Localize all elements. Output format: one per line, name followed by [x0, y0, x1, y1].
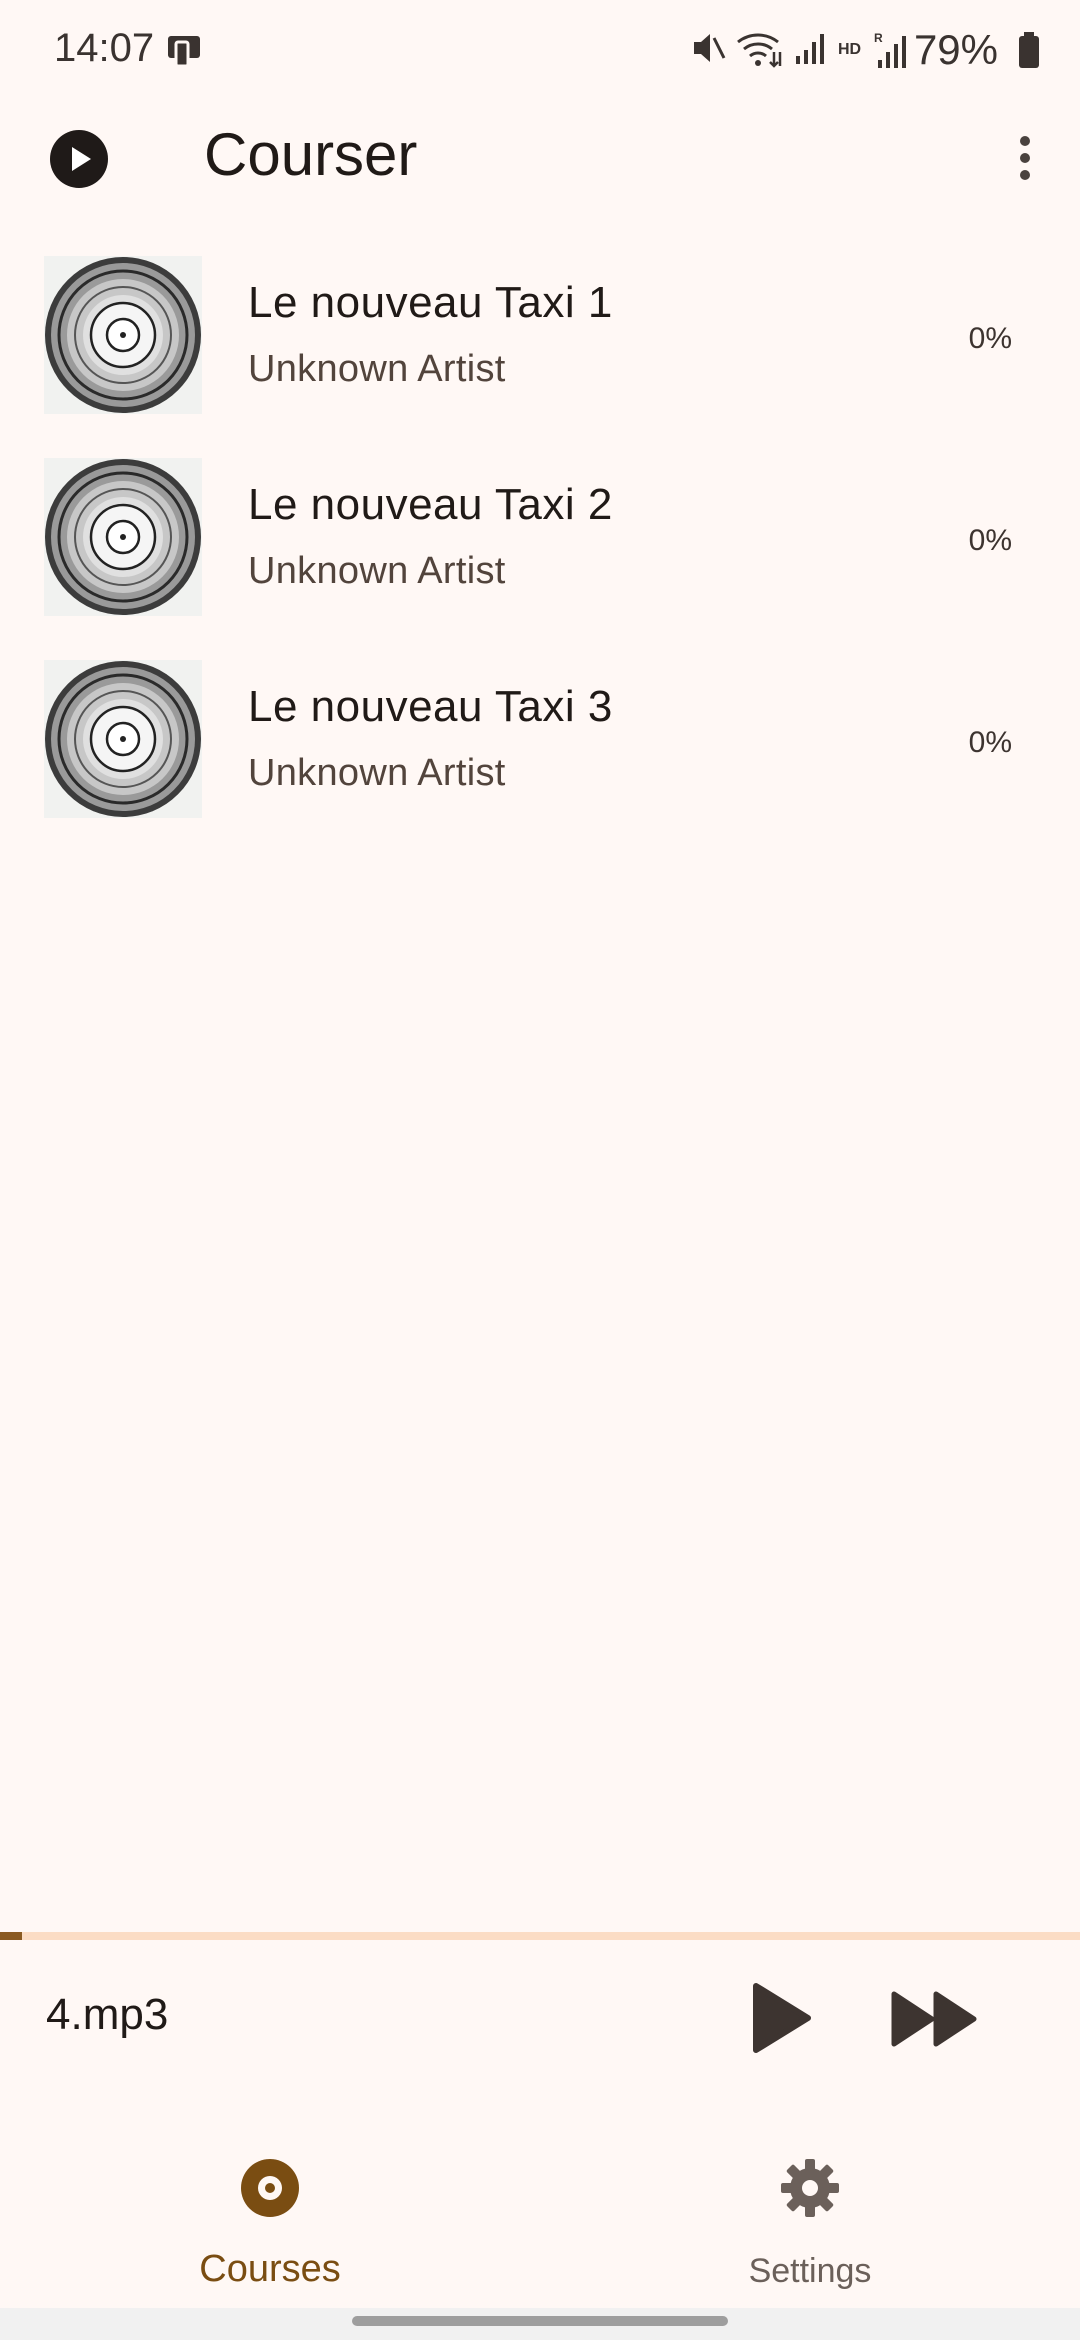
mute-icon — [694, 34, 726, 62]
gear-icon — [781, 2159, 839, 2217]
signal-icon — [796, 34, 824, 64]
svg-text:R: R — [874, 31, 883, 45]
play-circle-button[interactable] — [50, 130, 108, 188]
bottom-navigation: Courses Settings — [0, 2122, 1080, 2308]
playback-progress-bar[interactable] — [0, 1932, 1080, 1940]
nav-label-settings: Settings — [748, 2252, 872, 2290]
list-item[interactable]: Le nouveau Taxi 2 Unknown Artist 0% — [0, 436, 1080, 638]
more-options-button[interactable] — [994, 128, 1054, 188]
wifi-icon — [737, 33, 782, 68]
page-title: Courser — [204, 121, 418, 188]
play-icon — [753, 1983, 811, 2053]
album-art-icon — [44, 256, 202, 414]
course-progress: 0% — [968, 726, 1012, 759]
list-item[interactable]: Le nouveau Taxi 1 Unknown Artist 0% — [0, 234, 1080, 436]
course-title: Le nouveau Taxi 1 — [248, 278, 613, 327]
home-gesture-handle[interactable] — [352, 2316, 728, 2326]
fast-forward-icon — [891, 1991, 977, 2047]
fast-forward-button[interactable] — [890, 1990, 980, 2048]
more-vert-icon-dot — [1020, 170, 1030, 180]
course-artist: Unknown Artist — [248, 348, 506, 390]
course-artist: Unknown Artist — [248, 550, 506, 592]
hd-icon: HD — [838, 41, 861, 58]
now-playing-file: 4.mp3 — [46, 1990, 169, 2039]
more-vert-icon-dot — [1020, 153, 1030, 163]
album-art-icon — [44, 458, 202, 616]
course-progress: 0% — [968, 322, 1012, 355]
play-circle-icon — [72, 147, 91, 171]
course-artist: Unknown Artist — [248, 752, 506, 794]
status-time: 14:07 — [54, 26, 155, 70]
playback-progress-fill — [0, 1932, 22, 1940]
disc-icon — [241, 2159, 299, 2217]
nav-item-courses[interactable]: Courses — [0, 2122, 540, 2308]
app-screen: 14:07 HD R 79% Courser Le nouveau Taxi 1… — [0, 0, 1080, 2340]
list-item[interactable]: Le nouveau Taxi 3 Unknown Artist 0% — [0, 638, 1080, 840]
course-title: Le nouveau Taxi 2 — [248, 480, 613, 529]
svg-text:HD: HD — [838, 41, 861, 58]
gesture-navigation-bar — [0, 2308, 1080, 2340]
cast-device-icon — [168, 36, 200, 68]
course-progress: 0% — [968, 524, 1012, 557]
battery-percent: 79% — [913, 26, 998, 73]
nav-item-settings[interactable]: Settings — [540, 2122, 1080, 2308]
top-app-bar: Courser — [0, 100, 1080, 212]
play-button[interactable] — [746, 1980, 816, 2056]
battery-icon — [1019, 32, 1039, 68]
status-bar: 14:07 HD R 79% — [0, 0, 1080, 100]
course-title: Le nouveau Taxi 3 — [248, 682, 613, 731]
status-icons: HD R 79% — [660, 22, 1080, 78]
course-list: Le nouveau Taxi 1 Unknown Artist 0% Le n… — [0, 234, 1080, 840]
album-art-icon — [44, 660, 202, 818]
nav-label-courses: Courses — [199, 2248, 341, 2290]
signal-roaming-icon: R — [874, 31, 906, 68]
more-vert-icon — [1020, 136, 1030, 146]
